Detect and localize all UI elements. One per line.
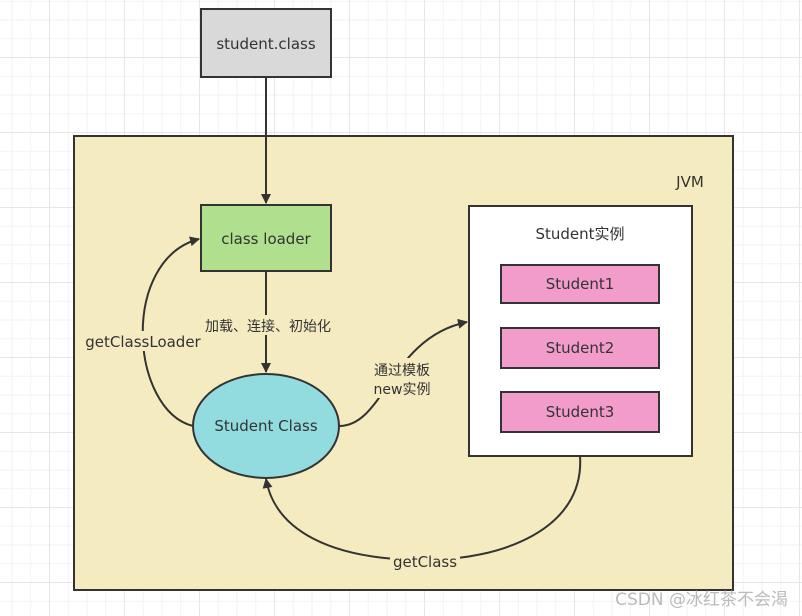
diagram: student.class JVM class loader 加载、连接、初始化…: [73, 8, 734, 591]
load-link-init-label: 加载、连接、初始化: [205, 318, 331, 335]
get-class-label: getClass: [393, 553, 457, 571]
student-class-label: Student Class: [214, 417, 317, 435]
student1-label: Student1: [546, 275, 615, 293]
jvm-label: JVM: [675, 173, 704, 191]
watermark: CSDN @冰红茶不会渴: [615, 590, 788, 610]
student2-label: Student2: [546, 339, 615, 357]
new-instance-label-1: 通过模板: [374, 363, 430, 379]
student-class-file-label: student.class: [216, 35, 316, 53]
get-class-loader-label: getClassLoader: [85, 333, 201, 351]
new-instance-label-2: new实例: [374, 382, 431, 398]
student3-label: Student3: [546, 403, 615, 421]
instances-box-label: Student实例: [535, 225, 624, 243]
class-loader-label: class loader: [221, 230, 311, 248]
